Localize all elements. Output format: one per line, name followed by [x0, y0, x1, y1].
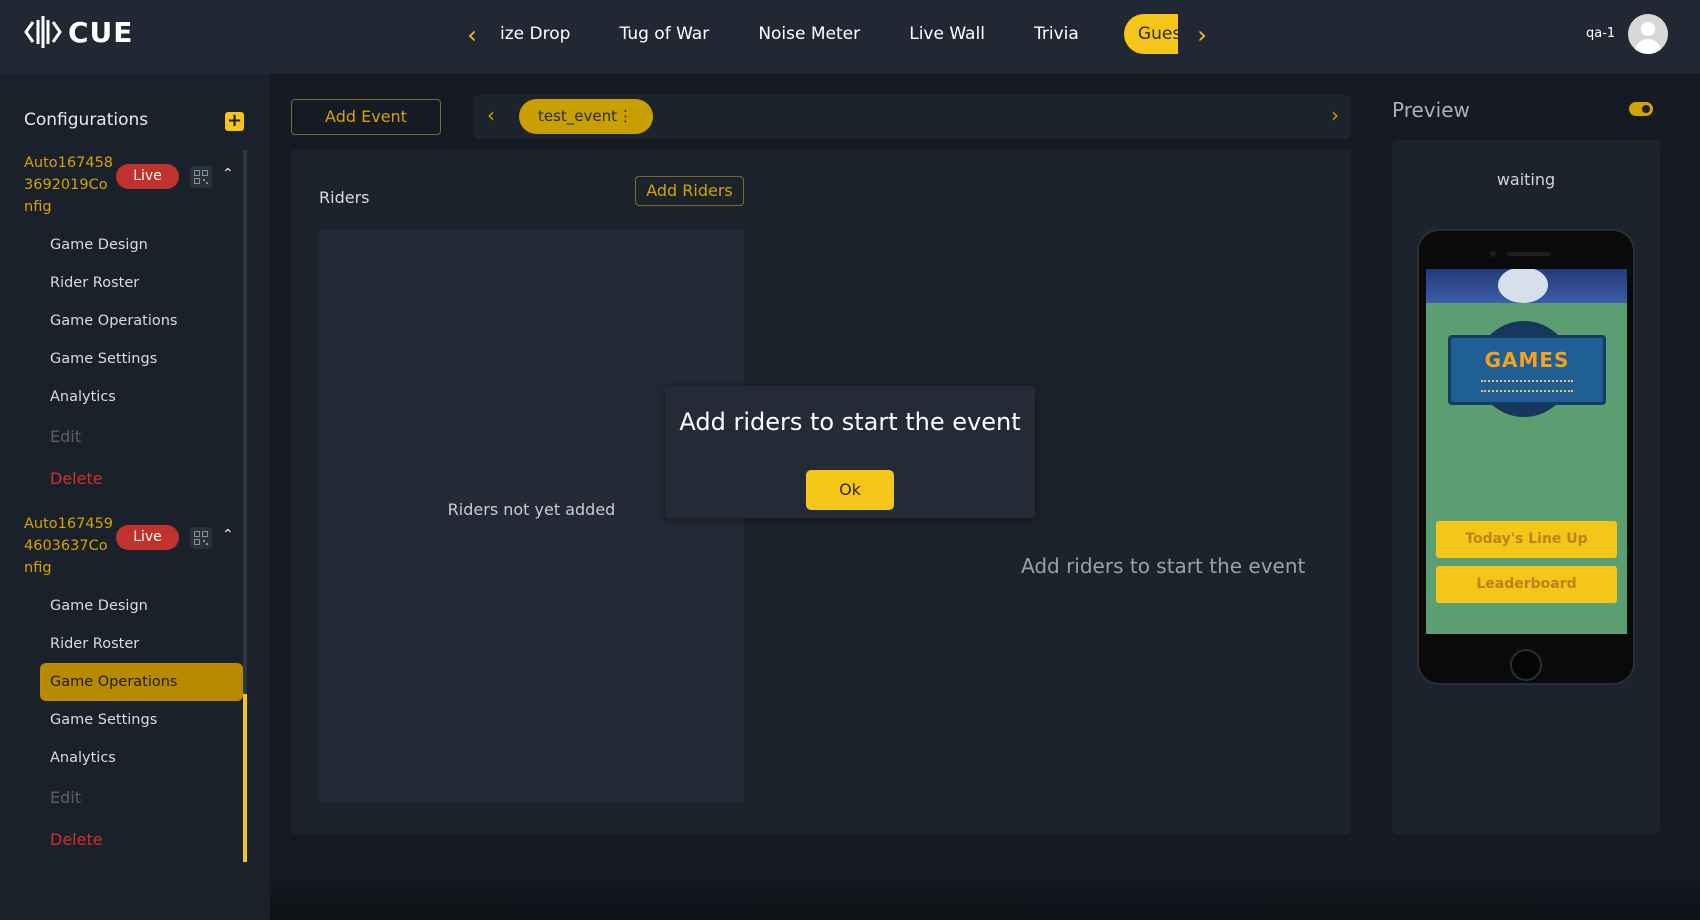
games-logo-text: GAMES	[1484, 348, 1570, 372]
preview-title: Preview	[1392, 98, 1470, 122]
screen-sky	[1426, 269, 1627, 303]
start-hint-text: Add riders to start the event	[1021, 554, 1306, 578]
menu-analytics[interactable]: Analytics	[40, 739, 243, 777]
menu-delete[interactable]: Delete	[40, 460, 243, 498]
menu-game-settings[interactable]: Game Settings	[40, 701, 243, 739]
game-tabs: ize Drop Tug of War Noise Meter Live Wal…	[496, 14, 1178, 54]
qr-code-icon[interactable]	[190, 527, 212, 549]
menu-edit[interactable]: Edit	[40, 418, 243, 456]
tab-prize-drop[interactable]: ize Drop	[496, 14, 574, 54]
preview-card: waiting GAMES Today's Line Up Leaderboar…	[1392, 140, 1660, 834]
event-chip[interactable]: test_event ⋮	[519, 99, 653, 134]
menu-game-operations[interactable]: Game Operations	[40, 663, 243, 701]
alert-dialog: Add riders to start the event Ok	[665, 386, 1035, 518]
phone-camera	[1490, 251, 1496, 257]
menu-rider-roster[interactable]: Rider Roster	[40, 264, 243, 302]
avatar-head	[1641, 22, 1655, 36]
ok-button[interactable]: Ok	[806, 470, 894, 510]
menu-delete[interactable]: Delete	[40, 821, 243, 859]
menu-edit[interactable]: Edit	[40, 779, 243, 817]
live-badge: Live	[116, 164, 179, 189]
qr-code-icon[interactable]	[190, 166, 212, 188]
logo-text: CUE	[68, 15, 134, 49]
tab-guess-the-score[interactable]: Guess The Score	[1123, 14, 1178, 54]
tabs-prev-arrow-icon[interactable]: ‹	[460, 20, 484, 50]
cue-logo[interactable]: CUE	[24, 14, 133, 50]
sidebar-title: Configurations	[24, 110, 149, 130]
footer-shade	[270, 860, 1700, 920]
event-next-arrow-icon[interactable]: ›	[1331, 103, 1339, 127]
menu-game-design[interactable]: Game Design	[40, 226, 243, 264]
menu-game-design[interactable]: Game Design	[40, 587, 243, 625]
username: qa-1	[1586, 26, 1616, 41]
leaderboard-button: Leaderboard	[1436, 566, 1617, 603]
avatar[interactable]	[1628, 14, 1668, 54]
preview-toggle[interactable]	[1629, 102, 1653, 116]
preview-panel: Preview waiting GAMES Today's Line Up Le…	[1392, 74, 1700, 920]
menu-game-settings[interactable]: Game Settings	[40, 340, 243, 378]
phone-speaker	[1507, 252, 1551, 256]
tabs-next-arrow-icon[interactable]: ›	[1190, 20, 1214, 50]
config-name[interactable]: Auto1674594603637Config	[24, 513, 114, 579]
riders-title: Riders	[319, 188, 370, 207]
sidebar-scrollbar-thumb[interactable]	[243, 694, 247, 862]
menu-game-operations[interactable]: Game Operations	[40, 302, 243, 340]
tab-noise-meter[interactable]: Noise Meter	[754, 14, 864, 54]
phone-home-button	[1510, 649, 1542, 681]
moon-graphic	[1498, 269, 1548, 303]
live-badge: Live	[116, 525, 179, 550]
preview-status: waiting	[1496, 170, 1556, 189]
alert-message: Add riders to start the event	[679, 408, 1021, 436]
games-logo-decoration	[1481, 380, 1573, 392]
games-logo-board: GAMES	[1448, 335, 1606, 405]
event-prev-arrow-icon[interactable]: ‹	[487, 103, 495, 127]
tab-trivia[interactable]: Trivia	[1030, 14, 1083, 54]
tab-live-wall[interactable]: Live Wall	[905, 14, 989, 54]
top-bar: CUE ‹ ize Drop Tug of War Noise Meter Li…	[0, 0, 1700, 74]
sidebar: Configurations + Auto1674583692019Config…	[0, 74, 270, 920]
menu-analytics[interactable]: Analytics	[40, 378, 243, 416]
avatar-body	[1635, 39, 1661, 54]
add-riders-button[interactable]: Add Riders	[635, 176, 744, 206]
phone-mockup: GAMES Today's Line Up Leaderboard	[1417, 229, 1635, 685]
chevron-up-icon[interactable]: ⌃	[222, 166, 234, 182]
tab-tug-of-war[interactable]: Tug of War	[616, 14, 714, 54]
add-event-button[interactable]: Add Event	[291, 99, 441, 135]
more-vert-icon[interactable]: ⋮	[618, 99, 633, 134]
chevron-up-icon[interactable]: ⌃	[222, 527, 234, 543]
event-bar: ‹ test_event ⋮ ›	[473, 95, 1351, 139]
phone-screen: GAMES Today's Line Up Leaderboard	[1426, 269, 1627, 634]
event-chip-label: test_event	[538, 107, 618, 125]
config-name[interactable]: Auto1674583692019Config	[24, 152, 114, 218]
menu-rider-roster[interactable]: Rider Roster	[40, 625, 243, 663]
cue-logo-icon	[24, 16, 62, 48]
todays-line-up-button: Today's Line Up	[1436, 521, 1617, 558]
add-config-button[interactable]: +	[225, 112, 244, 131]
